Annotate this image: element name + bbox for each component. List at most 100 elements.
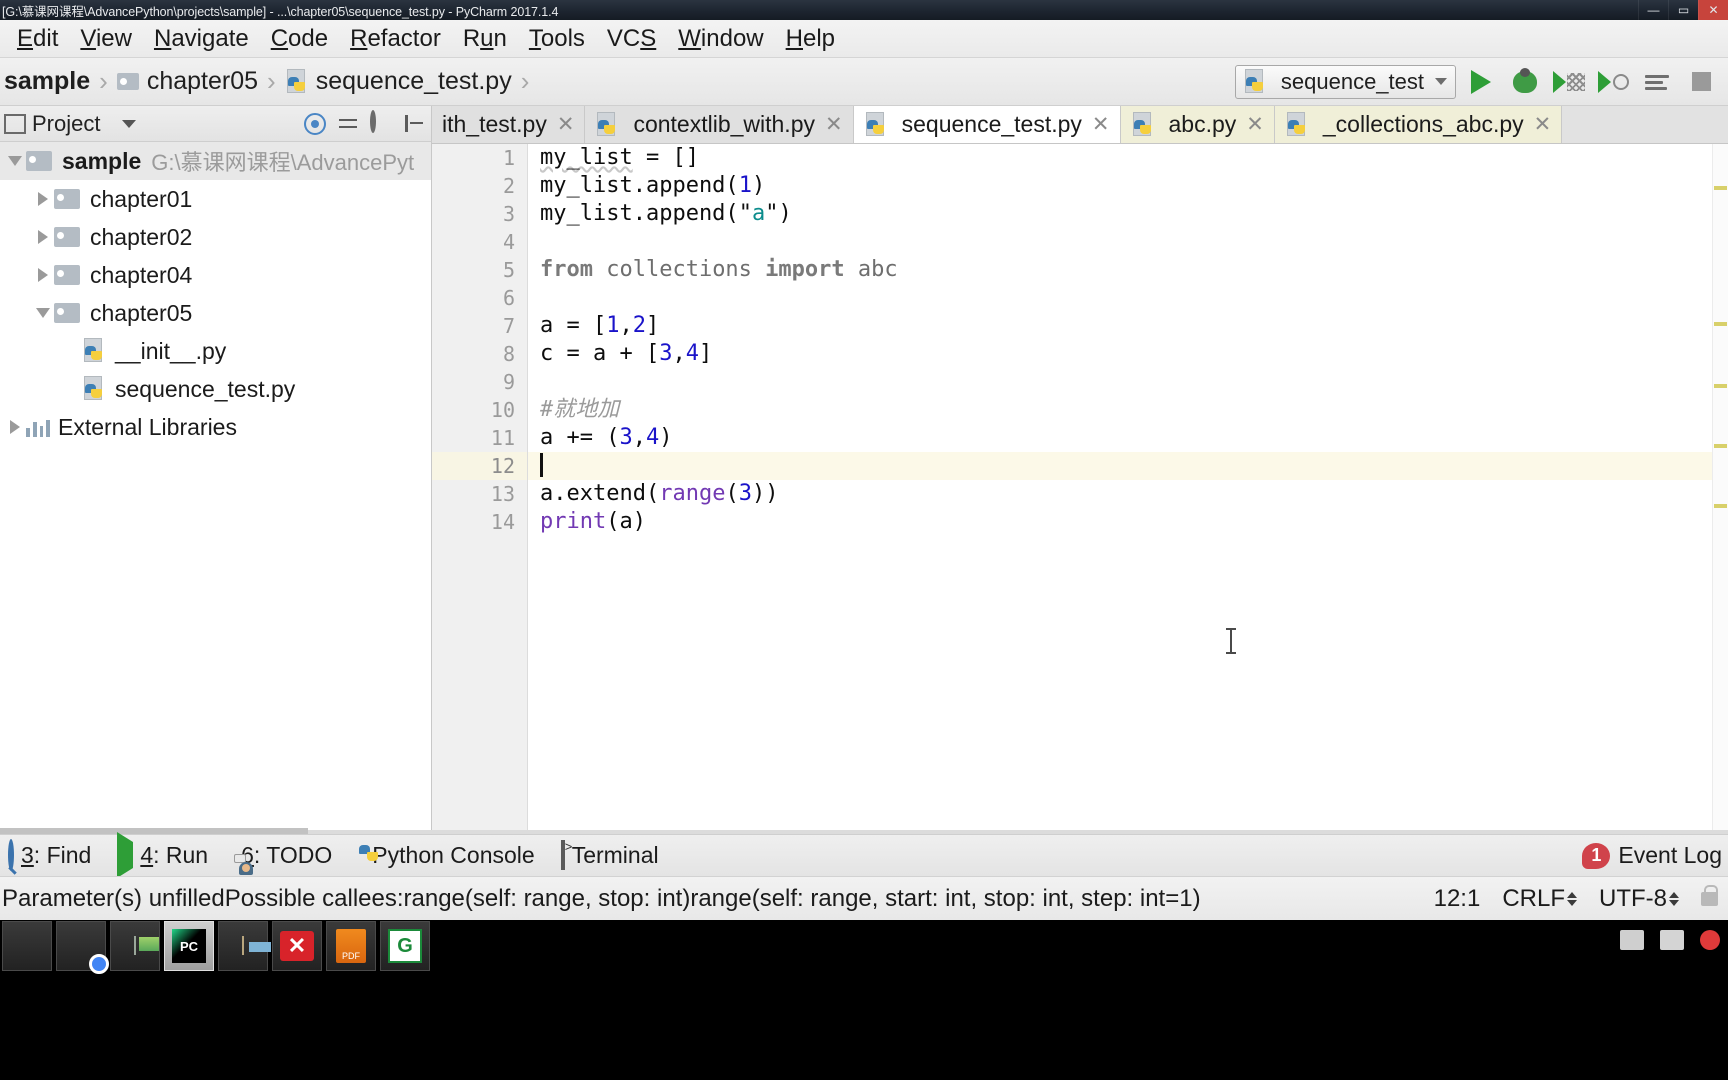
close-icon[interactable]: ✕ xyxy=(557,112,575,137)
project-tree[interactable]: sample G:\慕课网课程\AdvancePyt chapter01 chapte… xyxy=(0,142,432,830)
chevron-down-icon[interactable] xyxy=(4,156,26,166)
code-line[interactable]: a.extend(range(3)) xyxy=(528,480,1728,508)
caret-position[interactable]: 12:1 xyxy=(1434,885,1481,913)
tree-item-chapter01[interactable]: chapter01 xyxy=(0,180,431,218)
run-coverage-button[interactable] xyxy=(1550,63,1588,101)
stop-button[interactable] xyxy=(1682,63,1720,101)
code-line[interactable]: a += (3,4) xyxy=(528,424,1728,452)
code-line[interactable]: from collections import abc xyxy=(528,256,1728,284)
line-number[interactable]: 1 xyxy=(432,144,527,172)
tool-window-4--run[interactable]: 4: Run xyxy=(109,832,226,878)
marker-warning[interactable] xyxy=(1714,322,1727,326)
tool-window-python-console[interactable]: Python Console xyxy=(350,842,552,869)
line-separator-selector[interactable]: CRLF xyxy=(1502,885,1577,913)
event-log-button[interactable]: 1 Event Log xyxy=(1582,842,1722,869)
code-line[interactable]: c = a + [3,4] xyxy=(528,340,1728,368)
tree-item-chapter05[interactable]: chapter05 xyxy=(0,294,431,332)
tray-network-icon[interactable] xyxy=(1620,930,1644,950)
editor-tab-abc-py[interactable]: abc.py ✕ xyxy=(1120,106,1275,143)
menu-item-window[interactable]: Window xyxy=(667,25,774,53)
chevron-right-icon[interactable] xyxy=(4,420,26,434)
hide-panel-icon[interactable] xyxy=(403,113,425,135)
tree-item-__init__-py[interactable]: __init__.py xyxy=(0,332,431,370)
menu-item-run[interactable]: Run xyxy=(452,25,518,53)
scroll-from-source-icon[interactable] xyxy=(304,112,326,135)
menu-item-vcs[interactable]: VCS xyxy=(596,25,667,53)
line-number[interactable]: 9 xyxy=(432,368,527,396)
tool-window-6--todo[interactable]: 6: TODO xyxy=(226,842,350,875)
tool-window-3--find[interactable]: 3: Find xyxy=(0,839,109,871)
tree-item-chapter02[interactable]: chapter02 xyxy=(0,218,431,256)
menu-item-view[interactable]: View xyxy=(69,25,143,53)
menu-item-refactor[interactable]: Refactor xyxy=(339,25,452,53)
line-number[interactable]: 4 xyxy=(432,228,527,256)
taskbar-app-xmind[interactable]: ✕ xyxy=(272,921,322,971)
run-configuration-selector[interactable]: sequence_test xyxy=(1234,64,1456,99)
close-button[interactable]: ✕ xyxy=(1698,0,1728,20)
chevron-right-icon[interactable] xyxy=(32,192,54,206)
taskbar-app-pycharm[interactable]: PC xyxy=(164,921,214,971)
line-number[interactable]: 13 xyxy=(432,480,527,508)
breadcrumb-item-sample[interactable]: sample xyxy=(4,67,90,96)
tree-item-external-libraries[interactable]: External Libraries xyxy=(0,408,431,446)
menu-item-code[interactable]: Code xyxy=(260,25,339,53)
code-line[interactable]: print(a) xyxy=(528,508,1728,536)
marker-warning[interactable] xyxy=(1714,444,1727,448)
menu-item-tools[interactable]: Tools xyxy=(518,25,596,53)
code-line[interactable] xyxy=(528,452,1728,480)
project-view-chevron-down-icon[interactable] xyxy=(122,119,137,128)
breadcrumb-item-chapter05[interactable]: chapter05 xyxy=(116,67,258,96)
taskbar-app-chrome[interactable] xyxy=(56,921,106,971)
tray-notification-icon[interactable] xyxy=(1700,930,1720,950)
line-number[interactable]: 2 xyxy=(432,172,527,200)
taskbar-app-firefox[interactable] xyxy=(2,921,52,971)
settings-gear-icon[interactable] xyxy=(370,109,392,135)
line-number[interactable]: 6 xyxy=(432,284,527,312)
taskbar-app-explorer[interactable] xyxy=(218,921,268,971)
code-line[interactable]: my_list.append("a") xyxy=(528,200,1728,228)
close-icon[interactable]: ✕ xyxy=(1246,112,1264,137)
tree-item-sequence_test-py[interactable]: sequence_test.py xyxy=(0,370,431,408)
code-line[interactable]: my_list.append(1) xyxy=(528,172,1728,200)
chevron-right-icon[interactable] xyxy=(32,230,54,244)
code-line[interactable]: my_list = [] xyxy=(528,144,1728,172)
run-button[interactable] xyxy=(1462,63,1500,101)
editor-tab-_collections_abc-py[interactable]: _collections_abc.py ✕ xyxy=(1274,106,1563,143)
editor-tab-sequence_test-py[interactable]: sequence_test.py ✕ xyxy=(853,106,1121,143)
line-number[interactable]: 11 xyxy=(432,424,527,452)
close-icon[interactable]: ✕ xyxy=(1534,112,1552,137)
error-marker-gutter[interactable] xyxy=(1712,144,1728,830)
attach-process-button[interactable] xyxy=(1638,63,1676,101)
line-number[interactable]: 8 xyxy=(432,340,527,368)
close-icon[interactable]: ✕ xyxy=(825,112,843,137)
collapse-all-icon[interactable] xyxy=(337,113,359,135)
taskbar-app-notepad[interactable] xyxy=(110,921,160,971)
code-editor[interactable]: 1 2 3 4 5 6 7 8 9 10 11 12 13 14 my_list = [] my_list.… xyxy=(432,144,1728,830)
encoding-selector[interactable]: UTF-8 xyxy=(1599,885,1679,913)
tray-volume-icon[interactable] xyxy=(1660,930,1684,950)
marker-warning[interactable] xyxy=(1714,504,1727,508)
profile-button[interactable] xyxy=(1594,63,1632,101)
editor-tab-contextlib_with-py[interactable]: contextlib_with.py ✕ xyxy=(585,106,854,143)
lock-icon[interactable] xyxy=(1701,884,1718,906)
line-number[interactable]: 14 xyxy=(432,508,527,536)
line-number[interactable]: 5 xyxy=(432,256,527,284)
line-number[interactable]: 3 xyxy=(432,200,527,228)
debug-button[interactable] xyxy=(1506,63,1544,101)
chevron-right-icon[interactable] xyxy=(32,268,54,282)
breadcrumb-item-sequence_test-py[interactable]: sequence_test.py xyxy=(285,67,512,96)
taskbar-app-pdf-reader[interactable]: PDF xyxy=(326,921,376,971)
minimize-button[interactable]: — xyxy=(1638,0,1668,20)
marker-warning[interactable] xyxy=(1714,186,1727,190)
line-number[interactable]: 12 xyxy=(432,452,527,480)
line-number[interactable]: 10 xyxy=(432,396,527,424)
code-line[interactable]: a = [1,2] xyxy=(528,312,1728,340)
menu-item-edit[interactable]: Edit xyxy=(6,25,69,53)
code-area[interactable]: my_list = [] my_list.append(1) my_list.app… xyxy=(528,144,1728,830)
chevron-down-icon[interactable] xyxy=(32,308,54,318)
code-line[interactable] xyxy=(528,228,1728,256)
code-line[interactable] xyxy=(528,368,1728,396)
marker-warning[interactable] xyxy=(1714,384,1727,388)
code-line[interactable]: #就地加 xyxy=(528,396,1728,424)
tool-window-terminal[interactable]: Terminal xyxy=(553,840,677,870)
